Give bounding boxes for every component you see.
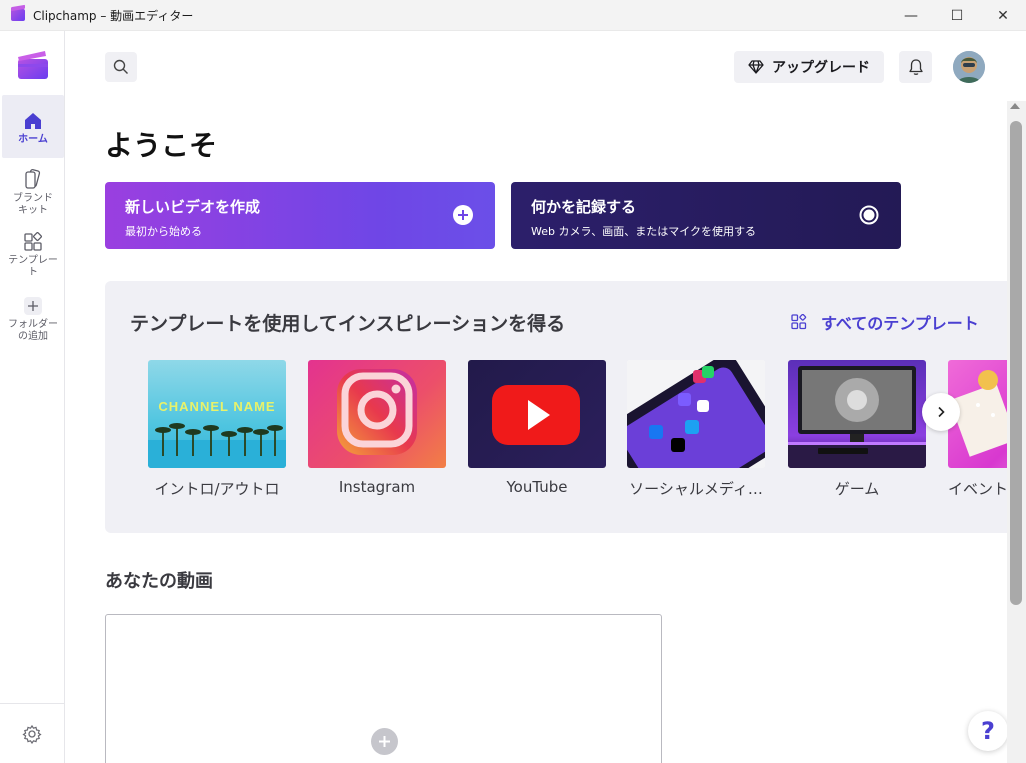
scrollbar-thumb[interactable]	[1010, 121, 1022, 605]
templates-heading: テンプレートを使用してインスピレーションを得る	[130, 313, 566, 335]
add-video-button[interactable]	[371, 728, 398, 755]
sidebar-item-templates[interactable]: テンプレー ト	[2, 232, 64, 284]
help-button[interactable]: ?	[968, 711, 1008, 751]
thumbnail-caption: CHANNEL NAME	[158, 399, 276, 414]
home-icon	[25, 113, 41, 129]
template-thumbnail: CHANNEL NAME	[148, 360, 286, 468]
template-card-youtube[interactable]: YouTube	[468, 360, 606, 496]
chevron-right-icon	[938, 406, 945, 418]
youtube-logo-icon	[492, 385, 580, 445]
template-thumbnail	[788, 360, 926, 468]
template-card-intro-outro[interactable]: CHANNEL NAME イントロ/アウトロ	[148, 360, 286, 499]
new-video-card[interactable]	[105, 614, 662, 763]
template-label: YouTube	[506, 478, 568, 496]
phone-apps-image	[627, 360, 765, 468]
sidebar-item-label: フォルダー の追加	[8, 319, 58, 342]
template-card-instagram[interactable]: Instagram	[308, 360, 446, 496]
brand-kit-icon	[25, 169, 41, 189]
search-button[interactable]	[105, 52, 137, 82]
upgrade-label: アップグレード	[772, 60, 870, 76]
plus-circle-icon	[453, 205, 473, 225]
your-videos-heading: あなたの動画	[105, 571, 213, 592]
scroll-up-arrow-icon[interactable]	[1010, 103, 1020, 109]
instagram-logo-icon	[337, 369, 417, 455]
create-new-video-button[interactable]: 新しいビデオを作成 最初から始める	[105, 182, 495, 249]
sidebar-divider	[0, 703, 64, 704]
all-templates-link[interactable]: すべてのテンプレート	[791, 310, 979, 334]
record-subtitle: Web カメラ、画面、またはマイクを使用する	[531, 225, 757, 238]
templates-icon	[791, 314, 807, 330]
record-title: 何かを記録する	[531, 198, 637, 216]
diamond-icon	[748, 60, 764, 74]
template-thumbnail	[308, 360, 446, 468]
template-thumbnail	[627, 360, 765, 468]
sidebar-item-home[interactable]: ホーム	[2, 95, 64, 158]
template-label: ゲーム	[834, 480, 880, 498]
templates-section: テンプレートを使用してインスピレーションを得る すべてのテンプレート CHANN…	[105, 281, 1007, 533]
window-controls: — ☐ ✕	[888, 0, 1026, 31]
upgrade-button[interactable]: アップグレード	[734, 51, 884, 83]
record-something-button[interactable]: 何かを記録する Web カメラ、画面、またはマイクを使用する	[511, 182, 901, 249]
template-card-event[interactable]: イベント	[948, 360, 1007, 499]
clipchamp-logo[interactable]	[17, 48, 49, 80]
all-templates-label: すべてのテンプレート	[821, 314, 979, 333]
template-label: イントロ/アウトロ	[154, 480, 280, 498]
template-label: ソーシャルメディ…	[629, 480, 763, 498]
sidebar: ホーム ブランド キット テンプレー ト フォルダー の追加	[0, 31, 65, 763]
gaming-setup-image	[788, 366, 926, 468]
sidebar-item-brand-kit[interactable]: ブランド キット	[2, 168, 64, 220]
plus-icon	[379, 736, 390, 747]
title-bar: Clipchamp – 動画エディター — ☐ ✕	[0, 0, 1026, 31]
template-card-gaming[interactable]: ゲーム	[788, 360, 926, 499]
maximize-button[interactable]: ☐	[934, 0, 980, 31]
notifications-button[interactable]	[899, 51, 932, 83]
template-label: Instagram	[338, 478, 416, 496]
sidebar-item-label: ブランド キット	[13, 193, 53, 216]
templates-icon	[24, 232, 42, 251]
clipchamp-app-icon	[11, 9, 25, 21]
gear-icon[interactable]	[22, 724, 42, 744]
template-card-social-media[interactable]: ソーシャルメディ…	[627, 360, 765, 499]
palm-beach-image	[148, 423, 286, 468]
close-button[interactable]: ✕	[980, 0, 1026, 31]
template-thumbnail	[468, 360, 606, 468]
avatar[interactable]	[953, 51, 985, 83]
sidebar-item-label: テンプレー ト	[8, 255, 58, 278]
template-label: イベント	[948, 480, 1007, 498]
user-avatar-icon	[953, 51, 985, 83]
create-video-subtitle: 最初から始める	[125, 225, 202, 238]
minimize-button[interactable]: —	[888, 0, 934, 31]
search-icon	[113, 59, 128, 74]
page-title: ようこそ	[105, 129, 218, 162]
create-video-title: 新しいビデオを作成	[125, 198, 261, 216]
add-folder-icon	[24, 297, 42, 315]
sidebar-item-label: ホーム	[18, 134, 48, 145]
window-title: Clipchamp – 動画エディター	[33, 8, 194, 23]
templates-next-button[interactable]	[922, 393, 960, 431]
sidebar-item-add-folder[interactable]: フォルダー の追加	[2, 296, 64, 348]
bell-icon	[908, 59, 923, 75]
record-icon	[859, 205, 879, 225]
